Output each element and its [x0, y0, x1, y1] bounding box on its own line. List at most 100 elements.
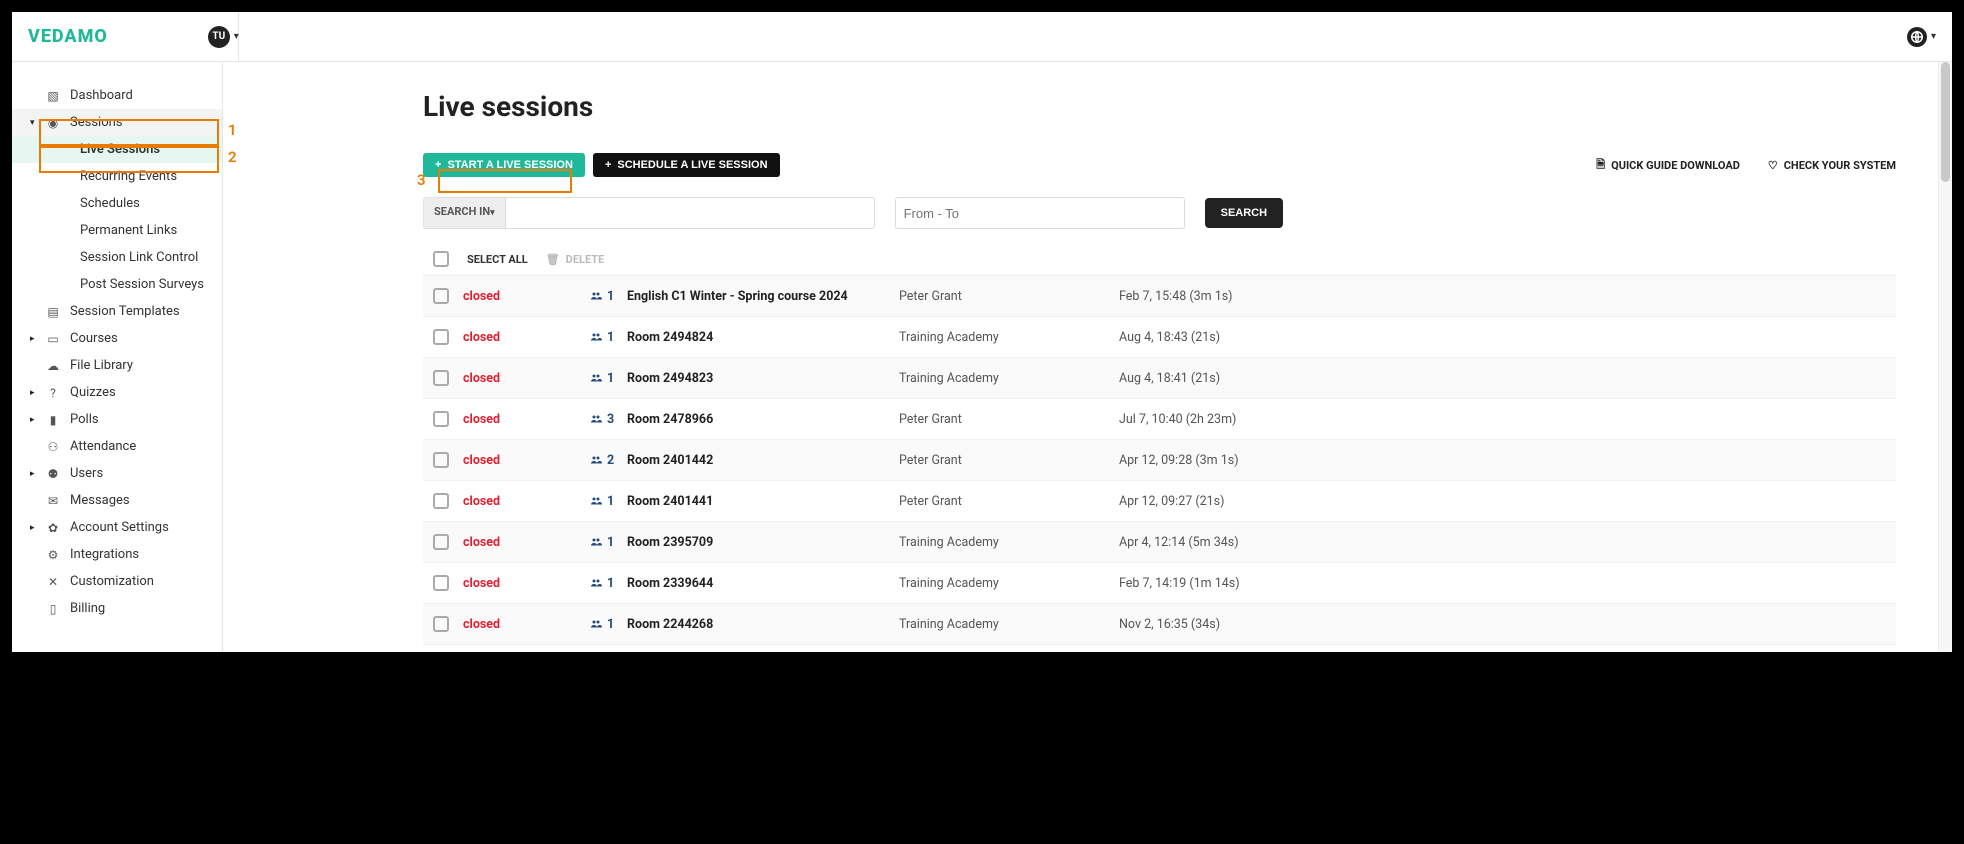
- session-host: Training Academy: [899, 330, 1119, 345]
- globe-icon: [1907, 27, 1927, 47]
- schedule-live-session-button[interactable]: +SCHEDULE A LIVE SESSION: [593, 153, 780, 177]
- sidebar-item-label: Session Link Control: [80, 250, 198, 265]
- sidebar-item-quizzes[interactable]: ▸?Quizzes: [12, 379, 222, 406]
- session-host: Peter Grant: [899, 494, 1119, 509]
- row-checkbox[interactable]: [433, 370, 449, 386]
- row-checkbox[interactable]: [433, 616, 449, 632]
- session-row[interactable]: closed3Room 2478966Peter GrantJul 7, 10:…: [423, 399, 1896, 440]
- row-checkbox[interactable]: [433, 575, 449, 591]
- sidebar-item-dashboard[interactable]: ▧ Dashboard: [12, 82, 222, 109]
- sidebar-item-permanent-links[interactable]: Permanent Links: [12, 217, 222, 244]
- session-host: Peter Grant: [899, 453, 1119, 468]
- session-time: Apr 12, 09:27 (21s): [1119, 494, 1224, 509]
- session-row[interactable]: closed1Room 2494824Training AcademyAug 4…: [423, 317, 1896, 358]
- sidebar-item-messages[interactable]: ✉Messages: [12, 487, 222, 514]
- row-checkbox[interactable]: [433, 329, 449, 345]
- sidebar-item-file-library[interactable]: ☁File Library: [12, 352, 222, 379]
- session-time: Apr 4, 12:14 (5m 34s): [1119, 535, 1239, 550]
- file-icon: 🗎: [1596, 156, 1605, 175]
- session-time: Feb 7, 15:48 (3m 1s): [1119, 289, 1233, 304]
- session-row[interactable]: closed1English C1 Winter - Spring course…: [423, 276, 1896, 317]
- chart-icon: ▮: [46, 413, 60, 427]
- participant-count: 1: [589, 535, 619, 550]
- sidebar-item-label: Polls: [70, 412, 99, 427]
- scrollbar[interactable]: [1938, 62, 1952, 652]
- session-host: Peter Grant: [899, 412, 1119, 427]
- row-checkbox[interactable]: [433, 534, 449, 550]
- language-menu[interactable]: ▾: [1907, 27, 1936, 47]
- brand-logo[interactable]: VEDAMO: [28, 26, 108, 47]
- sidebar: ▧ Dashboard ▾◉Sessions Live Sessions Recu…: [12, 62, 223, 652]
- sidebar-item-schedules[interactable]: Schedules: [12, 190, 222, 217]
- session-row[interactable]: closed1Room 2244268Training AcademyNov 2…: [423, 604, 1896, 645]
- session-title: Room 2244268: [619, 617, 899, 632]
- session-status: closed: [449, 576, 589, 591]
- session-title: Room 2494824: [619, 330, 899, 345]
- play-icon: ◉: [46, 116, 60, 130]
- sidebar-item-label: Session Templates: [70, 304, 180, 319]
- quick-guide-link[interactable]: 🗎QUICK GUIDE DOWNLOAD: [1596, 156, 1740, 175]
- select-all-checkbox[interactable]: [433, 251, 449, 267]
- search-in-dropdown[interactable]: SEARCH IN▾: [423, 197, 505, 229]
- session-row[interactable]: closed1Room 2494823Training AcademyAug 4…: [423, 358, 1896, 399]
- session-status: closed: [449, 371, 589, 386]
- help-icon: ?: [46, 386, 60, 400]
- sidebar-item-label: Dashboard: [70, 88, 133, 103]
- cloud-icon: ☁: [46, 359, 60, 373]
- session-host: Training Academy: [899, 576, 1119, 591]
- sidebar-item-label: Permanent Links: [80, 223, 177, 238]
- sidebar-item-link-control[interactable]: Session Link Control: [12, 244, 222, 271]
- session-time: Nov 2, 16:35 (34s): [1119, 617, 1220, 632]
- sidebar-item-surveys[interactable]: Post Session Surveys: [12, 271, 222, 298]
- participant-count: 1: [589, 576, 619, 591]
- row-checkbox[interactable]: [433, 411, 449, 427]
- sidebar-item-recurring[interactable]: Recurring Events: [12, 163, 222, 190]
- participant-count: 1: [589, 330, 619, 345]
- session-time: Jul 7, 10:40 (2h 23m): [1119, 412, 1236, 427]
- session-status: closed: [449, 494, 589, 509]
- dashboard-icon: ▧: [46, 89, 60, 103]
- sidebar-item-live-sessions[interactable]: Live Sessions: [12, 136, 222, 163]
- session-status: closed: [449, 453, 589, 468]
- session-row[interactable]: closed1Room 2401441Peter GrantApr 12, 09…: [423, 481, 1896, 522]
- date-range-input[interactable]: [895, 197, 1185, 229]
- user-menu[interactable]: TU ▾: [208, 26, 239, 48]
- participant-count: 3: [589, 412, 619, 427]
- sidebar-item-label: Integrations: [70, 547, 139, 562]
- sidebar-item-courses[interactable]: ▸▭Courses: [12, 325, 222, 352]
- plus-icon: +: [435, 159, 441, 171]
- row-checkbox[interactable]: [433, 288, 449, 304]
- session-status: closed: [449, 289, 589, 304]
- session-row[interactable]: closed1Room 2395709Training AcademyApr 4…: [423, 522, 1896, 563]
- check-system-link[interactable]: ♡CHECK YOUR SYSTEM: [1768, 156, 1896, 175]
- sidebar-item-sessions[interactable]: ▾◉Sessions: [12, 109, 222, 136]
- main-content: Live sessions +START A LIVE SESSION +SCH…: [223, 62, 1952, 652]
- row-checkbox[interactable]: [433, 493, 449, 509]
- sidebar-item-billing[interactable]: ▯Billing: [12, 595, 222, 622]
- session-title: Room 2395709: [619, 535, 899, 550]
- session-host: Training Academy: [899, 535, 1119, 550]
- scrollbar-thumb[interactable]: [1941, 62, 1950, 182]
- session-row[interactable]: closed1Room 2339644Training AcademyFeb 7…: [423, 563, 1896, 604]
- sidebar-item-polls[interactable]: ▸▮Polls: [12, 406, 222, 433]
- sidebar-item-attendance[interactable]: ⚇Attendance: [12, 433, 222, 460]
- participant-count: 1: [589, 371, 619, 386]
- start-live-session-button[interactable]: +START A LIVE SESSION: [423, 153, 585, 177]
- select-all-label[interactable]: SELECT ALL: [467, 253, 528, 266]
- sidebar-item-integrations[interactable]: ⚙Integrations: [12, 541, 222, 568]
- sidebar-item-customization[interactable]: ✕Customization: [12, 568, 222, 595]
- session-title: Room 2401442: [619, 453, 899, 468]
- row-checkbox[interactable]: [433, 452, 449, 468]
- delete-button[interactable]: 🗑DELETE: [546, 253, 605, 266]
- sidebar-item-label: Messages: [70, 493, 130, 508]
- search-input[interactable]: [505, 197, 875, 229]
- sidebar-item-label: Attendance: [70, 439, 136, 454]
- search-button[interactable]: SEARCH: [1205, 198, 1283, 228]
- session-title: Room 2494823: [619, 371, 899, 386]
- sidebar-item-label: Customization: [70, 574, 154, 589]
- chevron-right-icon: ▸: [30, 334, 36, 344]
- sidebar-item-users[interactable]: ▸⚉Users: [12, 460, 222, 487]
- sidebar-item-account[interactable]: ▸✿Account Settings: [12, 514, 222, 541]
- sidebar-item-templates[interactable]: ▤Session Templates: [12, 298, 222, 325]
- session-row[interactable]: closed2Room 2401442Peter GrantApr 12, 09…: [423, 440, 1896, 481]
